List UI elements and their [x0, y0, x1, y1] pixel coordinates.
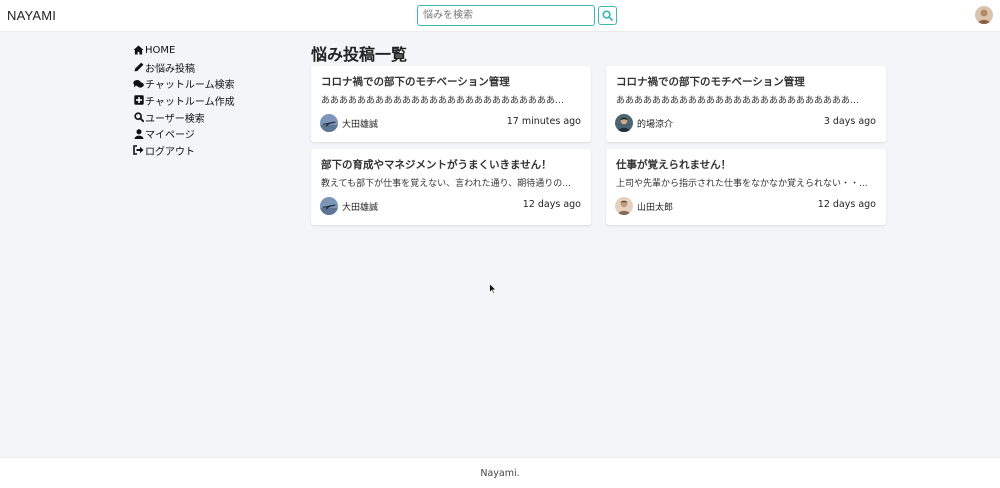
sidebar-item-label: ユーザー検索	[145, 113, 205, 125]
sign-out-icon	[133, 145, 144, 156]
post-excerpt: 教えても部下が仕事を覚えない、言われた通り、期待通りの...	[321, 179, 571, 189]
author-name[interactable]: 的場涼介	[637, 117, 673, 130]
author-name[interactable]: 山田太郎	[637, 200, 673, 213]
post-time: 3 days ago	[823, 116, 876, 127]
page-title: 悩み投稿一覧	[311, 45, 408, 64]
sidebar-item-mypage[interactable]: マイページ	[133, 125, 235, 142]
footer-text: Nayami.	[480, 468, 520, 479]
pencil-icon	[133, 62, 144, 73]
author-avatar[interactable]	[615, 114, 633, 132]
sidebar-item-label: お悩み投稿	[145, 63, 195, 75]
post-title[interactable]: コロナ禍での部下のモチベーション管理	[321, 74, 510, 89]
post-excerpt: ああああああああああああああああああああああああああああ...	[321, 96, 573, 106]
plus-square-icon	[133, 95, 144, 106]
search-icon	[602, 10, 613, 21]
post-excerpt: ああああああああああああああああああああああああああああ...	[616, 96, 868, 106]
sidebar-item-label: チャットルーム検索	[145, 80, 235, 92]
comments-icon	[133, 78, 144, 89]
sidebar-item-logout[interactable]: ログアウト	[133, 142, 235, 159]
mouse-cursor-icon	[489, 283, 497, 295]
post-card[interactable]: 部下の育成やマネジメントがうまくいきません！ 教えても部下が仕事を覚えない、言わ…	[311, 149, 591, 225]
search-icon	[133, 112, 144, 123]
author-avatar[interactable]	[320, 114, 338, 132]
user-icon	[133, 128, 144, 139]
sidebar-item-chatroom-search[interactable]: チャットルーム検索	[133, 75, 235, 92]
sidebar-item-home[interactable]: HOME	[133, 42, 235, 59]
post-card[interactable]: コロナ禍での部下のモチベーション管理 あああああああああああああああああああああ…	[606, 66, 886, 142]
post-time: 17 minutes ago	[506, 116, 581, 127]
post-title[interactable]: コロナ禍での部下のモチベーション管理	[616, 74, 805, 89]
sidebar-item-label: ログアウト	[145, 146, 195, 158]
home-icon	[133, 45, 144, 56]
sidebar-item-label: HOME	[145, 44, 176, 56]
brand-logo[interactable]: NAYAMI	[7, 8, 56, 23]
post-excerpt: 上司や先輩から指示された仕事をなかなか覚えられない・・...	[616, 179, 868, 189]
post-title[interactable]: 仕事が覚えられません！	[616, 157, 731, 172]
footer: Nayami.	[0, 457, 1000, 488]
sidebar-item-label: チャットルーム作成	[145, 96, 235, 108]
author-avatar[interactable]	[320, 197, 338, 215]
post-card[interactable]: コロナ禍での部下のモチベーション管理 あああああああああああああああああああああ…	[311, 66, 591, 142]
top-navbar: NAYAMI	[0, 0, 1000, 32]
user-avatar[interactable]	[975, 6, 993, 24]
post-time: 12 days ago	[817, 199, 876, 210]
author-name[interactable]: 大田雄誠	[342, 117, 378, 130]
search-input[interactable]	[417, 5, 595, 26]
post-title[interactable]: 部下の育成やマネジメントがうまくいきません！	[321, 157, 552, 172]
sidebar-item-user-search[interactable]: ユーザー検索	[133, 109, 235, 126]
author-name[interactable]: 大田雄誠	[342, 200, 378, 213]
post-card[interactable]: 仕事が覚えられません！ 上司や先輩から指示された仕事をなかなか覚えられない・・.…	[606, 149, 886, 225]
sidebar-nav: HOME お悩み投稿 チャットルーム検索 チャットルーム作成 ユーザー検索 マイ…	[133, 42, 235, 159]
author-avatar[interactable]	[615, 197, 633, 215]
sidebar-item-label: マイページ	[145, 130, 195, 142]
sidebar-item-post[interactable]: お悩み投稿	[133, 59, 235, 76]
search-button[interactable]	[598, 6, 617, 25]
post-time: 12 days ago	[522, 199, 581, 210]
sidebar-item-chatroom-create[interactable]: チャットルーム作成	[133, 92, 235, 109]
